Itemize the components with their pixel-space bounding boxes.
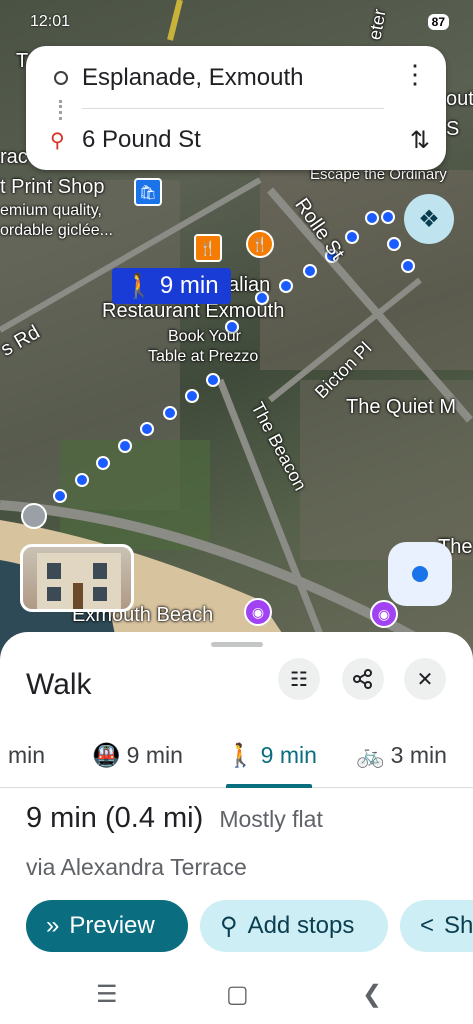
map-label: ordable giclée...: [0, 222, 113, 239]
battery-indicator: 87: [427, 14, 449, 30]
divider: [82, 108, 384, 109]
add-stops-label: Add stops: [247, 912, 355, 939]
walk-icon: 🚶: [226, 741, 255, 768]
bike-icon: 🚲: [356, 741, 385, 768]
map-label[interactable]: The Quiet M: [346, 396, 456, 419]
origin-circle-icon: [54, 71, 68, 85]
close-icon: ✕: [416, 668, 434, 691]
swap-vertical-icon[interactable]: ⇅: [410, 126, 430, 155]
home-icon[interactable]: ▢: [226, 980, 249, 1009]
share-label: Sh: [444, 912, 473, 939]
map-label: rac: [0, 146, 28, 168]
route-via: via Alexandra Terrace: [26, 854, 247, 880]
destination-pin-icon: ⚲: [50, 129, 65, 152]
destination-field[interactable]: 6 Pound St: [82, 126, 201, 154]
origin-field[interactable]: Esplanade, Exmouth: [82, 64, 303, 92]
tab-bike[interactable]: 🚲 3 min: [356, 722, 447, 788]
close-button[interactable]: ✕: [404, 658, 446, 700]
status-time: 12:01: [30, 13, 71, 30]
map-label: out: [446, 88, 473, 110]
double-chevron-icon: »: [46, 912, 60, 939]
tab-label: min: [8, 741, 46, 768]
location-dot-icon: [412, 566, 428, 582]
my-location-button[interactable]: [388, 542, 452, 606]
share-icon: <: [420, 912, 435, 939]
origin-row[interactable]: Esplanade, Exmouth: [26, 48, 446, 108]
walk-icon: 🚶: [124, 272, 154, 300]
map-label[interactable]: t Print Shop: [0, 176, 105, 199]
more-vert-icon[interactable]: ⋮: [402, 61, 428, 87]
directions-sheet: Walk ☷ ✕ min 🚇 9 min 🚶 9 min 🚲 3 min 9 m…: [0, 632, 473, 1024]
route-summary[interactable]: 9 min (0.4 mi) Mostly flat: [26, 802, 323, 835]
drag-handle[interactable]: [211, 642, 263, 647]
origin-marker: [21, 503, 47, 529]
street-view-thumbnail[interactable]: [20, 544, 134, 612]
restaurant-icon[interactable]: 🍴: [246, 230, 274, 258]
transit-icon: 🚇: [92, 741, 121, 768]
preview-button[interactable]: » Preview: [26, 900, 188, 952]
recent-apps-icon[interactable]: ☰: [96, 980, 118, 1009]
theater-icon[interactable]: ◉: [370, 600, 398, 628]
tab-label: 9 min: [260, 741, 317, 768]
route-elevation: Mostly flat: [219, 806, 323, 832]
travel-mode-tabs: min 🚇 9 min 🚶 9 min 🚲 3 min: [0, 722, 473, 788]
camera-icon[interactable]: ◉: [244, 598, 272, 626]
map-label: S: [446, 118, 460, 140]
share-route-button[interactable]: < Sh: [400, 900, 473, 952]
share-icon: [353, 669, 372, 689]
tab-walk[interactable]: 🚶 9 min: [226, 722, 317, 788]
route-options-button[interactable]: ☷: [278, 658, 320, 700]
route-time-distance: 9 min (0.4 mi): [26, 802, 204, 834]
share-button[interactable]: [342, 658, 384, 700]
route-duration: 9 min: [159, 272, 219, 299]
restaurant-icon[interactable]: 🍴: [194, 234, 222, 262]
map-view[interactable]: 12:01 87 t Print Shop emium quality, ord…: [0, 0, 473, 660]
destination-row[interactable]: ⚲ 6 Pound St: [26, 110, 446, 170]
map-label[interactable]: alian: [228, 274, 270, 297]
tune-icon: ☷: [290, 668, 308, 691]
layers-button[interactable]: ❖: [404, 194, 454, 244]
street-view-image: [37, 553, 121, 609]
map-label: Table at Prezzo: [148, 348, 259, 365]
tab-label: 9 min: [126, 741, 183, 768]
active-tab-indicator: [226, 784, 312, 788]
route-card: Esplanade, Exmouth ⚲ 6 Pound St ⋮ ⇅: [26, 46, 446, 170]
map-label: Book Your: [168, 328, 241, 345]
route-duration-chip[interactable]: 🚶 9 min: [112, 268, 231, 304]
system-nav-bar: ☰ ▢ ❮: [0, 970, 473, 1024]
map-label: emium quality,: [0, 202, 102, 219]
tab-transit[interactable]: 🚇 9 min: [92, 722, 183, 788]
mode-title: Walk: [26, 668, 92, 701]
tab-drive[interactable]: min: [8, 722, 45, 788]
add-location-icon: ⚲: [220, 912, 238, 940]
add-stops-button[interactable]: ⚲ Add stops: [200, 900, 388, 952]
back-icon[interactable]: ❮: [362, 980, 382, 1009]
preview-label: Preview: [69, 912, 155, 939]
shopping-icon[interactable]: 🛍: [134, 178, 162, 206]
layers-icon: ❖: [418, 205, 440, 233]
tab-label: 3 min: [390, 741, 447, 768]
